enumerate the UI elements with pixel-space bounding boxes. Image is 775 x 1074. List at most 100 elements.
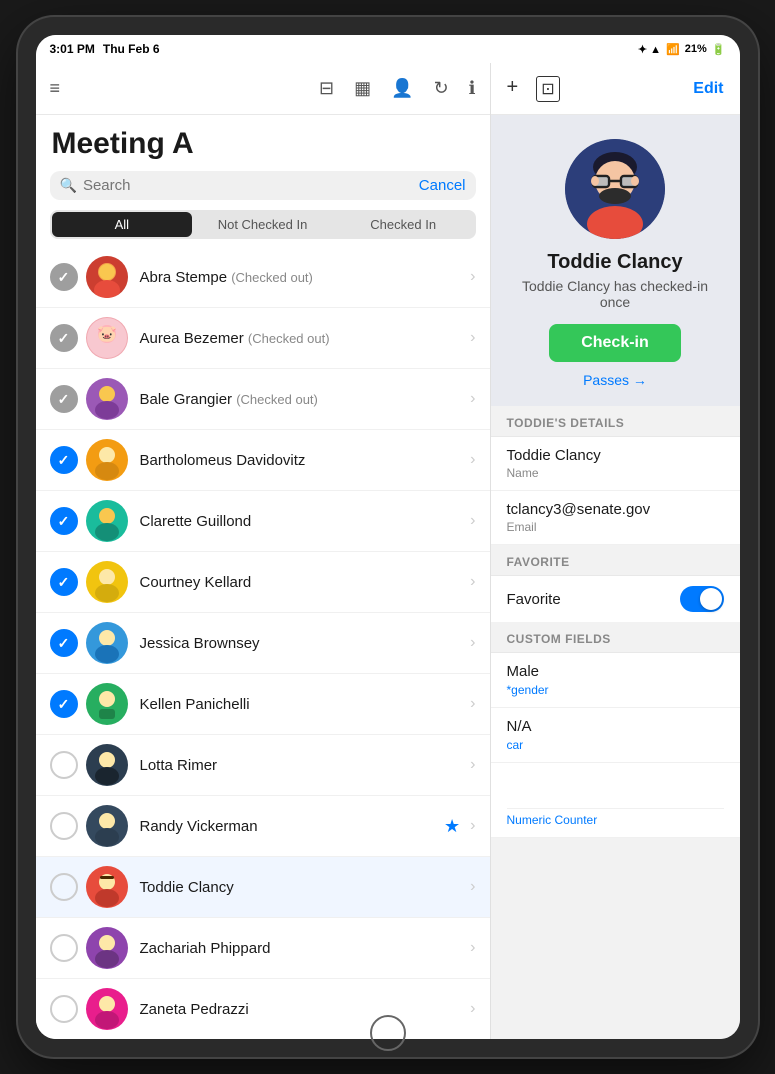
- avatar: [86, 683, 128, 725]
- battery-level: 21%: [685, 43, 707, 55]
- attendee-name: Bale Grangier (Checked out): [140, 391, 467, 408]
- tab-all[interactable]: All: [52, 212, 193, 237]
- profile-avatar: [565, 139, 665, 239]
- list-item[interactable]: ✓ Jessica Brownsey ›: [36, 613, 490, 674]
- favorite-toggle[interactable]: [680, 586, 724, 612]
- favorite-section-header: FAVORITE: [491, 545, 740, 575]
- attendee-name: Kellen Panichelli: [140, 696, 467, 713]
- avatar: [86, 622, 128, 664]
- tab-checked-in[interactable]: Checked In: [333, 212, 474, 237]
- attendee-name: Jessica Brownsey: [140, 635, 467, 652]
- chevron-icon: ›: [470, 756, 475, 774]
- name-row: Toddie Clancy Name: [491, 437, 740, 491]
- avatar: [86, 256, 128, 298]
- list-item[interactable]: Zaneta Pedrazzi ›: [36, 979, 490, 1039]
- check-circle: ✓: [50, 568, 78, 596]
- attendee-name: Bartholomeus Davidovitz: [140, 452, 467, 469]
- numeric-counter-label: Numeric Counter: [507, 813, 724, 827]
- list-item[interactable]: Lotta Rimer ›: [36, 735, 490, 796]
- avatar: [86, 744, 128, 786]
- home-indicator[interactable]: [370, 1015, 406, 1051]
- name-value: Toddie Clancy: [507, 447, 724, 464]
- attendee-name: Lotta Rimer: [140, 757, 467, 774]
- chevron-icon: ›: [470, 939, 475, 957]
- search-cancel-button[interactable]: Cancel: [419, 177, 466, 194]
- filter-tabs: All Not Checked In Checked In: [50, 210, 476, 239]
- numeric-counter-value: [507, 773, 724, 809]
- check-circle: ✓: [50, 263, 78, 291]
- filter-icon[interactable]: ⊟: [319, 78, 334, 99]
- avatar: 🐷: [86, 317, 128, 359]
- details-card: Toddie Clancy Name tclancy3@senate.gov E…: [491, 436, 740, 545]
- meeting-title: Meeting A: [36, 115, 490, 171]
- favorite-card: Favorite: [491, 575, 740, 622]
- email-row: tclancy3@senate.gov Email: [491, 491, 740, 545]
- list-item[interactable]: Randy Vickerman ★ ›: [36, 796, 490, 857]
- right-panel: + ⊡ Edit: [491, 63, 740, 1039]
- chevron-icon: ›: [470, 695, 475, 713]
- email-value: tclancy3@senate.gov: [507, 501, 724, 518]
- list-item[interactable]: Zachariah Phippard ›: [36, 918, 490, 979]
- refresh-icon[interactable]: ↻: [434, 78, 449, 99]
- attendee-name: Zachariah Phippard: [140, 940, 467, 957]
- profile-card: Toddie Clancy Toddie Clancy has checked-…: [491, 115, 740, 406]
- list-item[interactable]: ✓ 🐷 Aurea Bezemer (Checked out) ›: [36, 308, 490, 369]
- avatar: [86, 561, 128, 603]
- list-item[interactable]: ✓ Clarette Guillond ›: [36, 491, 490, 552]
- list-item[interactable]: ✓ Abra Stempe (Checked out) ›: [36, 247, 490, 308]
- info-icon[interactable]: ℹ: [469, 78, 476, 99]
- chevron-icon: ›: [470, 1000, 475, 1018]
- search-input[interactable]: [83, 177, 413, 194]
- gender-label: *gender: [507, 683, 724, 697]
- name-label: Name: [507, 466, 724, 480]
- check-circle: [50, 934, 78, 962]
- favorite-label: Favorite: [507, 591, 561, 608]
- check-circle: ✓: [50, 507, 78, 535]
- status-time: 3:01 PM: [50, 42, 95, 56]
- custom-fields-card: Male *gender N/A car Numeric Counter: [491, 652, 740, 838]
- attendee-status: (Checked out): [248, 331, 330, 346]
- barcode-icon[interactable]: ▦: [354, 78, 371, 99]
- details-section-header: TODDIE'S DETAILS: [491, 406, 740, 436]
- chevron-icon: ›: [470, 390, 475, 408]
- chevron-icon: ›: [470, 512, 475, 530]
- status-date: Thu Feb 6: [103, 42, 160, 56]
- list-item[interactable]: ✓ Courtney Kellard ›: [36, 552, 490, 613]
- gender-value: Male: [507, 663, 724, 680]
- person-add-icon[interactable]: 👤: [391, 78, 413, 99]
- numeric-counter-field: Numeric Counter: [491, 763, 740, 838]
- favorite-row: Favorite: [491, 576, 740, 622]
- attendee-name: Aurea Bezemer (Checked out): [140, 330, 467, 347]
- battery-icon: 📶: [666, 43, 680, 56]
- check-circle: ✓: [50, 690, 78, 718]
- search-icon: 🔍: [60, 177, 77, 194]
- svg-text:🐷: 🐷: [97, 326, 117, 343]
- list-item[interactable]: ✓ Bale Grangier (Checked out) ›: [36, 369, 490, 430]
- list-item[interactable]: ✓ Bartholomeus Davidovitz ›: [36, 430, 490, 491]
- edit-button[interactable]: Edit: [693, 80, 723, 98]
- attendee-name: Courtney Kellard: [140, 574, 467, 591]
- chevron-icon: ›: [470, 878, 475, 896]
- avatar: [86, 866, 128, 908]
- avatar: [86, 500, 128, 542]
- attendee-status: (Checked out): [231, 270, 313, 285]
- search-bar: 🔍 Cancel: [50, 171, 476, 200]
- check-circle: [50, 751, 78, 779]
- tab-not-checked-in[interactable]: Not Checked In: [192, 212, 333, 237]
- scan-icon[interactable]: ⊡: [536, 76, 559, 102]
- attendee-name: Clarette Guillond: [140, 513, 467, 530]
- avatar: [86, 927, 128, 969]
- menu-icon[interactable]: ≡: [50, 78, 61, 99]
- list-item[interactable]: Toddie Clancy ›: [36, 857, 490, 918]
- chevron-icon: ›: [470, 451, 475, 469]
- profile-name: Toddie Clancy: [547, 251, 682, 274]
- status-bar: 3:01 PM Thu Feb 6 ✦ ▲ 📶 21% 🔋: [36, 35, 740, 63]
- attendee-name: Toddie Clancy: [140, 879, 467, 896]
- star-icon: ★: [444, 816, 460, 837]
- passes-link[interactable]: Passes →: [583, 372, 647, 388]
- checkin-button[interactable]: Check-in: [549, 324, 681, 362]
- list-item[interactable]: ✓ Kellen Panichelli ›: [36, 674, 490, 735]
- check-circle: [50, 995, 78, 1023]
- add-icon[interactable]: +: [507, 76, 519, 102]
- check-circle: [50, 873, 78, 901]
